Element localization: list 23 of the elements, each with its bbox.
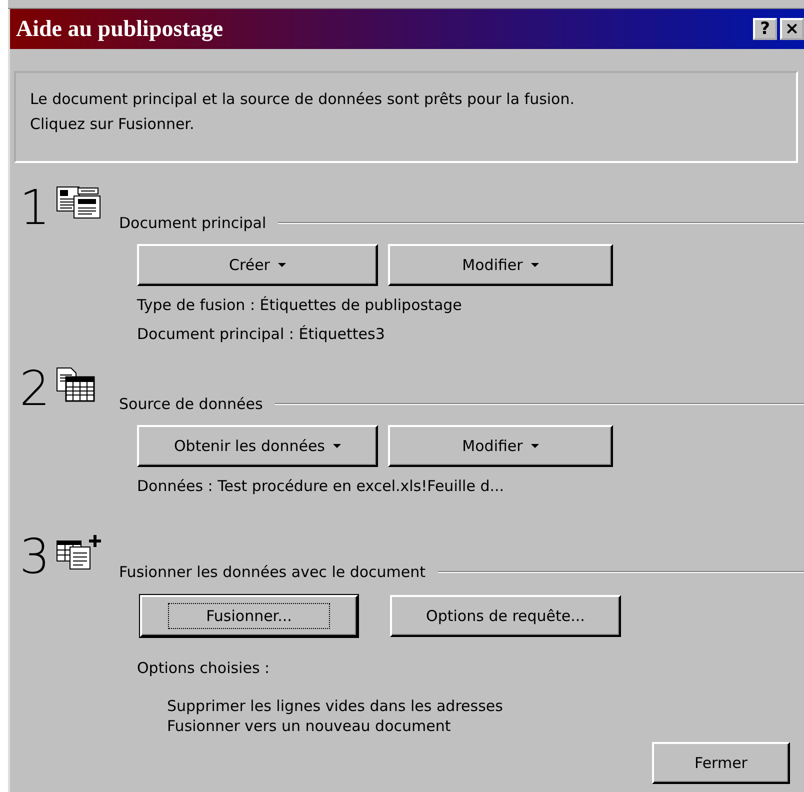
close-button[interactable]: × — [780, 18, 804, 40]
info-text: Données : Test procédure en excel.xls!Feuille d... — [137, 477, 506, 496]
dropdown-button[interactable]: Obtenir les données — [137, 425, 378, 467]
dropdown-button[interactable]: Créer — [137, 244, 378, 286]
option-text: Fusionner vers un nouveau document — [167, 716, 452, 736]
window-title: Aide au publipostage — [16, 16, 224, 42]
step-number: 3 — [18, 533, 50, 581]
close-dialog-button[interactable]: Fermer — [652, 742, 790, 784]
section-heading: Fusionner les données avec le document — [119, 563, 426, 581]
help-button[interactable]: ? — [753, 18, 777, 40]
info-text: Document principal : Étiquettes3 — [137, 325, 386, 344]
section-heading: Source de données — [119, 395, 263, 413]
section-heading: Document principal — [119, 214, 266, 232]
message-text: Le document principal et la source de données sont prêts pour la fusion. Cliquez sur Fusionner. — [30, 89, 575, 135]
step-number: 1 — [18, 184, 50, 232]
dropdown-button[interactable]: Modifier — [388, 425, 613, 467]
info-text: Type de fusion : Étiquettes de publipostage — [137, 296, 463, 315]
info-text: Options choisies : — [137, 659, 271, 678]
button[interactable]: Options de requête... — [390, 595, 621, 637]
dropdown-button[interactable]: Modifier — [388, 244, 613, 286]
step-number: 2 — [18, 365, 50, 413]
button[interactable]: Fusionner... — [140, 595, 358, 637]
option-text: Supprimer les lignes vides dans les adresses — [167, 696, 504, 716]
